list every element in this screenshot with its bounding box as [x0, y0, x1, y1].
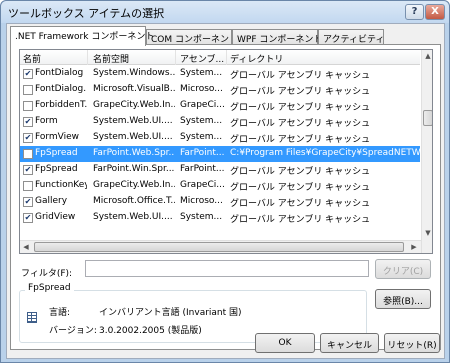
item-assembly: FarPoint...: [180, 148, 224, 158]
item-name: FpSpread: [35, 164, 78, 174]
filter-input[interactable]: [85, 260, 369, 277]
filter-label: フィルタ(F):: [21, 269, 73, 279]
item-directory: グローバル アセンブリ キャッシュ: [230, 135, 371, 145]
item-assembly: System...: [180, 212, 223, 222]
item-name: FormView: [35, 132, 80, 142]
list-item[interactable]: ✔ FpSpread FarPoint.Win.Spr... FarPoint.…: [20, 162, 420, 178]
close-button[interactable]: X: [425, 4, 445, 20]
rows: ✔ FontDialog System.Windows... System...…: [20, 66, 422, 226]
list-item-selected[interactable]: FpSpread FarPoint.Web.Spr... FarPoint...…: [20, 146, 422, 162]
item-checkbox[interactable]: ✔: [23, 69, 33, 79]
item-directory: グローバル アセンブリ キャッシュ: [230, 215, 371, 225]
horizontal-scroll-thumb[interactable]: [34, 242, 404, 252]
column-header-directory[interactable]: ディレクトリ: [227, 50, 420, 65]
item-namespace: Microsoft.VisualB...: [93, 84, 175, 94]
item-directory: グローバル アセンブリ キャッシュ: [230, 71, 371, 81]
vertical-scroll-thumb[interactable]: [423, 110, 432, 126]
window-title: ツールボックス アイテムの選択: [8, 7, 165, 20]
item-checkbox[interactable]: ✔: [23, 213, 33, 223]
item-name: GridView: [35, 212, 76, 222]
item-assembly: GrapeCi...: [180, 100, 224, 110]
item-name: Form: [35, 116, 58, 126]
item-namespace: Microsoft.Office.T...: [93, 196, 175, 206]
list-item[interactable]: ✔ Gallery Microsoft.Office.T... Microso.…: [20, 194, 420, 210]
tab-net-framework-components[interactable]: .NET Framework コンポーネント: [10, 26, 154, 46]
item-assembly: System...: [180, 68, 223, 78]
components-list[interactable]: 名前 名前空間 アセンブ... ディレクトリ ✔ FontDialog Syst…: [19, 49, 433, 254]
list-item[interactable]: ✔ Form System.Web.UI.... System... グローバル…: [20, 114, 420, 130]
component-icon: [27, 312, 37, 323]
item-name: FpSpread: [35, 148, 78, 158]
ok-button[interactable]: OK: [255, 333, 315, 353]
item-namespace: System.Web.UI....: [93, 132, 173, 142]
dialog-client-area: .NET Framework コンポーネント COM コンポーネント WPF コ…: [6, 23, 445, 359]
item-namespace: GrapeCity.Web.In...: [93, 180, 175, 190]
item-checkbox[interactable]: ✔: [23, 197, 33, 207]
item-name: ForbiddenT...: [35, 100, 87, 110]
cancel-button[interactable]: キャンセル: [320, 333, 379, 353]
reset-button[interactable]: リセット(R): [384, 333, 440, 353]
item-namespace: System.Web.UI....: [93, 116, 173, 126]
item-assembly: Microso...: [180, 196, 223, 206]
item-namespace: FarPoint.Win.Spr...: [93, 164, 175, 174]
list-item[interactable]: FunctionKey GrapeCity.Web.In... GrapeCi.…: [20, 178, 420, 194]
scroll-down-icon[interactable]: ▼: [422, 227, 432, 239]
clear-button[interactable]: クリア(C): [375, 259, 431, 279]
item-checkbox[interactable]: ✔: [23, 165, 33, 175]
column-header-name[interactable]: 名前: [20, 50, 88, 65]
item-name: FontDialog: [35, 68, 84, 78]
item-namespace: FarPoint.Web.Spr...: [93, 148, 175, 158]
scroll-right-icon[interactable]: ▶: [408, 241, 420, 253]
version-label: バージョン:: [49, 326, 97, 336]
list-item[interactable]: ForbiddenT... GrapeCity.Web.In... GrapeC…: [20, 98, 420, 114]
item-assembly: FarPoint...: [180, 164, 224, 174]
item-checkbox[interactable]: ✔: [23, 117, 33, 127]
item-assembly: System...: [180, 116, 223, 126]
vertical-scrollbar[interactable]: ▲ ▼: [421, 50, 432, 253]
list-item[interactable]: FontDialog... Microsoft.VisualB... Micro…: [20, 82, 420, 98]
item-name: Gallery: [35, 196, 68, 206]
browse-button[interactable]: 参照(B)...: [375, 289, 431, 309]
item-assembly: System...: [180, 132, 223, 142]
column-header-assembly[interactable]: アセンブ...: [177, 50, 227, 65]
list-item[interactable]: ✔ FontDialog System.Windows... System...…: [20, 66, 420, 82]
version-value: 3.0.2002.2005 (製品版): [99, 326, 202, 336]
title-bar: ツールボックス アイテムの選択 ? X: [1, 1, 449, 23]
list-item[interactable]: ✔ GridView System.Web.UI.... System... グ…: [20, 210, 420, 226]
column-header-namespace[interactable]: 名前空間: [90, 50, 176, 65]
item-name: FontDialog...: [35, 84, 87, 94]
item-directory: C:¥Program Files¥GrapeCity¥SpreadNETWeb3…: [230, 148, 422, 158]
item-directory: グローバル アセンブリ キャッシュ: [230, 183, 371, 193]
list-item[interactable]: ✔ FormView System.Web.UI.... System... グ…: [20, 130, 420, 146]
help-button[interactable]: ?: [405, 4, 424, 20]
item-directory: グローバル アセンブリ キャッシュ: [230, 199, 371, 209]
item-name: FunctionKey: [35, 180, 87, 190]
item-assembly: GrapeCi...: [180, 180, 224, 190]
item-namespace: System.Windows...: [93, 68, 175, 78]
item-assembly: Microso...: [180, 84, 223, 94]
scroll-up-icon[interactable]: ▲: [422, 50, 432, 62]
tab-panel: 名前 名前空間 アセンブ... ディレクトリ ✔ FontDialog Syst…: [10, 44, 441, 350]
item-checkbox[interactable]: ✔: [23, 133, 33, 143]
horizontal-scrollbar[interactable]: ◀ ▶: [20, 240, 421, 253]
item-checkbox[interactable]: [23, 101, 33, 111]
item-checkbox[interactable]: [23, 85, 33, 95]
item-directory: グローバル アセンブリ キャッシュ: [230, 167, 371, 177]
item-checkbox[interactable]: [23, 149, 33, 159]
language-value: インバリアント言語 (Invariant 国): [99, 308, 242, 318]
choose-toolbox-items-dialog: ツールボックス アイテムの選択 ? X .NET Framework コンポーネ…: [0, 0, 450, 363]
item-directory: グローバル アセンブリ キャッシュ: [230, 87, 371, 97]
scroll-left-icon[interactable]: ◀: [20, 241, 32, 253]
details-group-title: FpSpread: [25, 283, 74, 293]
item-directory: グローバル アセンブリ キャッシュ: [230, 119, 371, 129]
item-namespace: GrapeCity.Web.In...: [93, 100, 175, 110]
column-header-row: 名前 名前空間 アセンブ... ディレクトリ: [20, 50, 420, 65]
item-checkbox[interactable]: [23, 181, 33, 191]
language-label: 言語:: [49, 308, 71, 318]
item-directory: グローバル アセンブリ キャッシュ: [230, 103, 371, 113]
item-namespace: System.Web.UI....: [93, 212, 173, 222]
